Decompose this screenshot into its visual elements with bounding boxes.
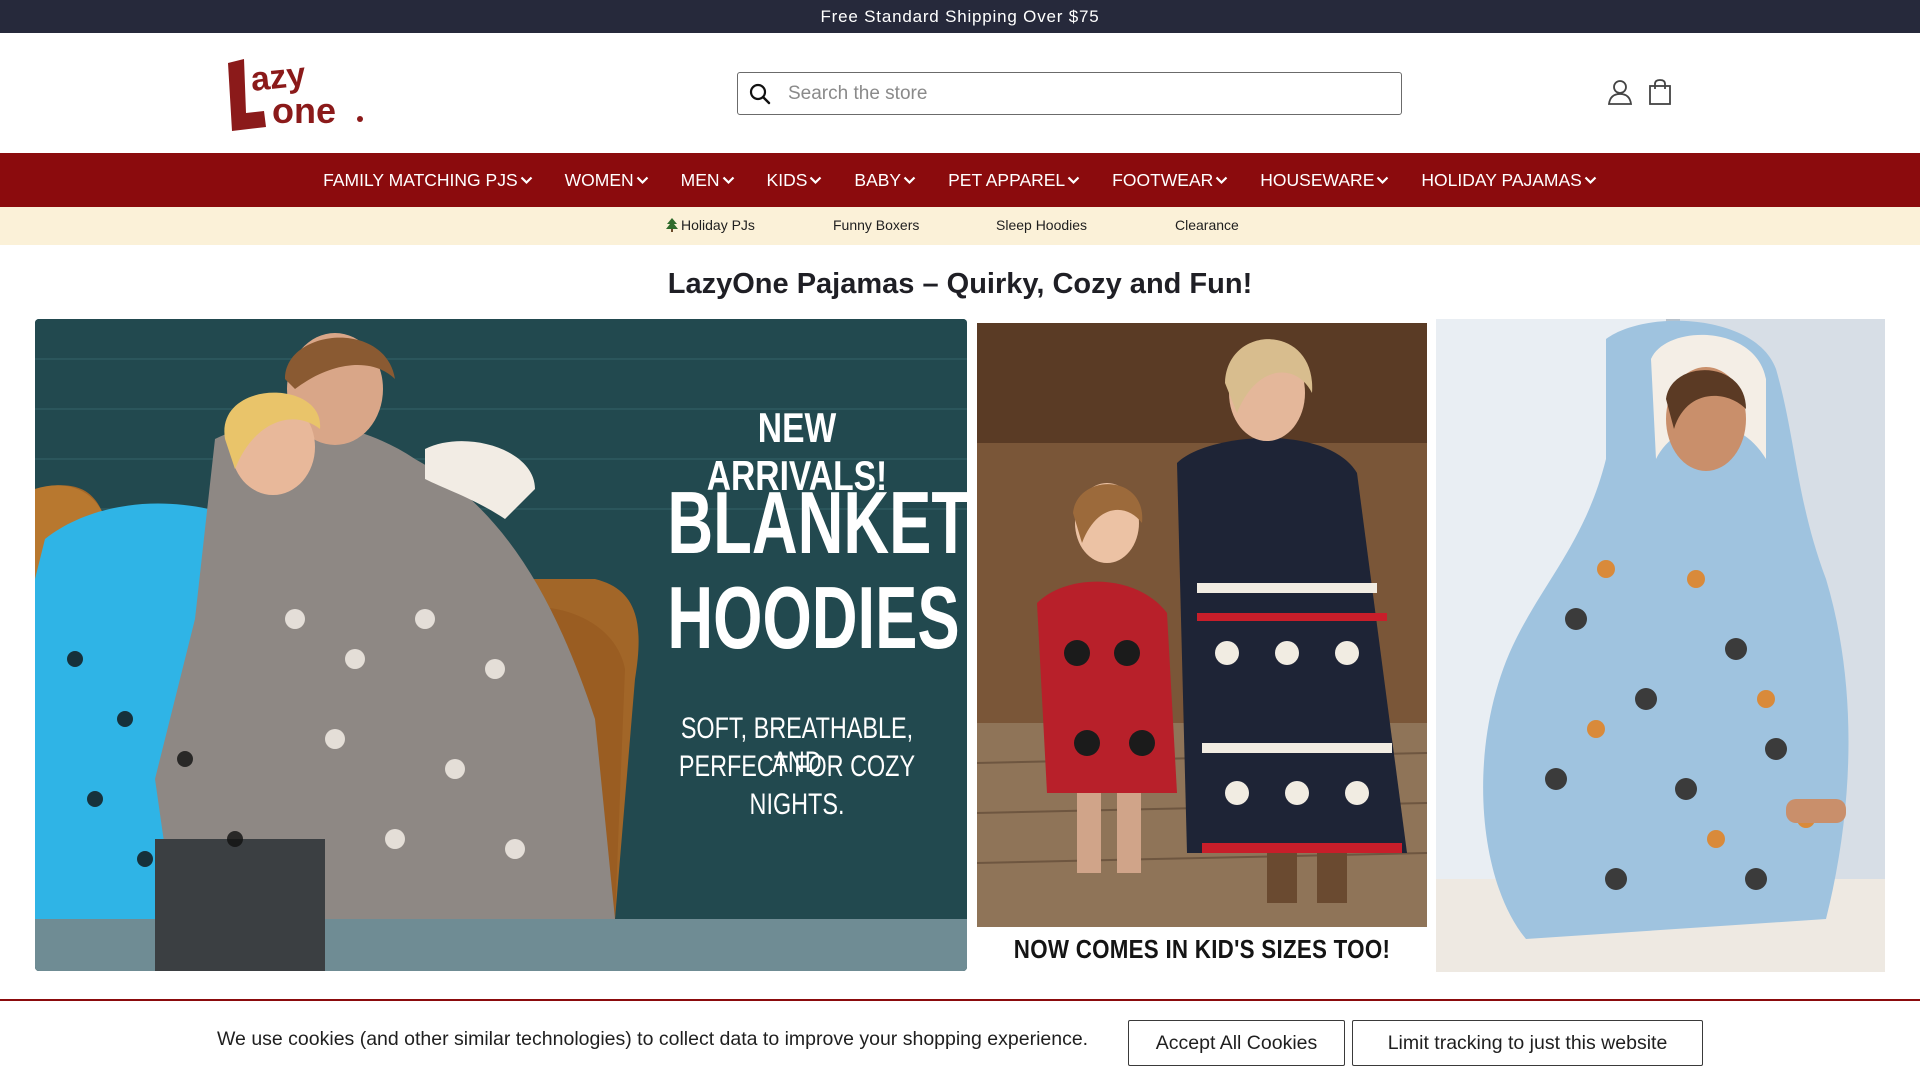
chevron-down-icon bbox=[1584, 176, 1597, 184]
tree-icon bbox=[666, 218, 678, 232]
nav-item-holiday-pajamas[interactable]: HOLIDAY PAJAMAS bbox=[1421, 169, 1597, 191]
account-icon[interactable] bbox=[1607, 78, 1633, 106]
search-icon[interactable] bbox=[748, 82, 772, 106]
chevron-down-icon bbox=[722, 176, 734, 184]
nav-item-label: HOLIDAY PAJAMAS bbox=[1421, 169, 1582, 190]
main-navigation: FAMILY MATCHING PJS WOMEN MEN KIDS BABY … bbox=[0, 153, 1920, 207]
hero-banner-cat-hoodie[interactable] bbox=[1436, 319, 1885, 972]
nav-item-houseware[interactable]: HOUSEWARE bbox=[1260, 170, 1389, 191]
nav-item-label: PET APPAREL bbox=[948, 169, 1066, 190]
hero1-perfect-for-cozy: PERFECT FOR COZY bbox=[678, 750, 916, 783]
search-input[interactable] bbox=[788, 82, 1378, 105]
nav-item-label: BABY bbox=[854, 169, 902, 190]
announcement-text: Free Standard Shipping Over $75 bbox=[820, 6, 1100, 26]
nav-item-footwear[interactable]: FOOTWEAR bbox=[1112, 170, 1228, 191]
hero-banner-blanket-hoodies[interactable]: NEW ARRIVALS! BLANKET HOODIES SOFT, BREA… bbox=[35, 319, 967, 971]
hero-banner-kids-sizes[interactable] bbox=[977, 323, 1427, 927]
hero1-blanket: BLANKET bbox=[667, 473, 967, 572]
limit-tracking-button[interactable]: Limit tracking to just this website bbox=[1352, 1020, 1703, 1066]
page-headline: LazyOne Pajamas – Quirky, Cozy and Fun! bbox=[667, 268, 1253, 300]
nav-item-kids[interactable]: KIDS bbox=[767, 170, 823, 191]
search-box[interactable] bbox=[737, 72, 1402, 115]
nav-item-pet-apparel[interactable]: PET APPAREL bbox=[948, 170, 1080, 191]
cookie-banner: We use cookies (and other similar techno… bbox=[0, 999, 1920, 1080]
subnav-item-holiday-pjs[interactable]: Holiday PJs bbox=[666, 217, 755, 233]
hero2-caption: NOW COMES IN KID'S SIZES TOO! bbox=[1013, 934, 1391, 964]
chevron-down-icon bbox=[1377, 176, 1389, 184]
subnav-item-label: Funny Boxers bbox=[833, 217, 920, 233]
sub-navigation: Holiday PJs Funny Boxers Sleep Hoodies C… bbox=[0, 207, 1920, 245]
nav-item-label: HOUSEWARE bbox=[1260, 169, 1375, 190]
hero-photo-woman-cat-hoodie bbox=[1436, 319, 1885, 972]
chevron-down-icon bbox=[520, 176, 532, 184]
subnav-item-clearance[interactable]: Clearance bbox=[1175, 217, 1239, 233]
nav-item-label: FOOTWEAR bbox=[1112, 169, 1214, 190]
svg-text:one: one bbox=[272, 90, 336, 131]
site-header: azy one bbox=[0, 33, 1920, 153]
chevron-down-icon bbox=[636, 176, 648, 184]
subnav-item-funny-boxers[interactable]: Funny Boxers bbox=[833, 217, 919, 233]
chevron-down-icon bbox=[903, 176, 916, 184]
hero-photo-mother-daughter bbox=[977, 323, 1427, 927]
nav-item-men[interactable]: MEN bbox=[681, 170, 735, 191]
chevron-down-icon bbox=[1067, 176, 1080, 184]
chevron-down-icon bbox=[810, 176, 822, 184]
nav-item-label: MEN bbox=[680, 169, 720, 190]
cookie-message: We use cookies (and other similar techno… bbox=[217, 1028, 1089, 1050]
nav-item-label: WOMEN bbox=[564, 169, 634, 190]
nav-item-label: KIDS bbox=[766, 169, 808, 190]
subnav-item-label: Clearance bbox=[1175, 217, 1239, 233]
nav-item-baby[interactable]: BABY bbox=[854, 170, 916, 191]
nav-item-women[interactable]: WOMEN bbox=[565, 170, 649, 191]
nav-item-family-matching-pjs[interactable]: FAMILY MATCHING PJS bbox=[323, 170, 532, 191]
cart-icon[interactable] bbox=[1647, 78, 1673, 106]
subnav-item-label: Holiday PJs bbox=[681, 217, 755, 233]
nav-item-label: FAMILY MATCHING PJS bbox=[323, 169, 518, 190]
hero1-hoodies: HOODIES bbox=[667, 568, 960, 667]
subnav-item-label: Sleep Hoodies bbox=[996, 217, 1088, 233]
chevron-down-icon bbox=[1216, 176, 1228, 184]
lazyone-logo[interactable]: azy one bbox=[224, 55, 366, 131]
accept-cookies-button[interactable]: Accept All Cookies bbox=[1128, 1020, 1345, 1066]
subnav-item-sleep-hoodies[interactable]: Sleep Hoodies bbox=[996, 217, 1087, 233]
hero1-nights: NIGHTS. bbox=[749, 788, 845, 821]
announcement-bar: Free Standard Shipping Over $75 bbox=[0, 0, 1920, 33]
